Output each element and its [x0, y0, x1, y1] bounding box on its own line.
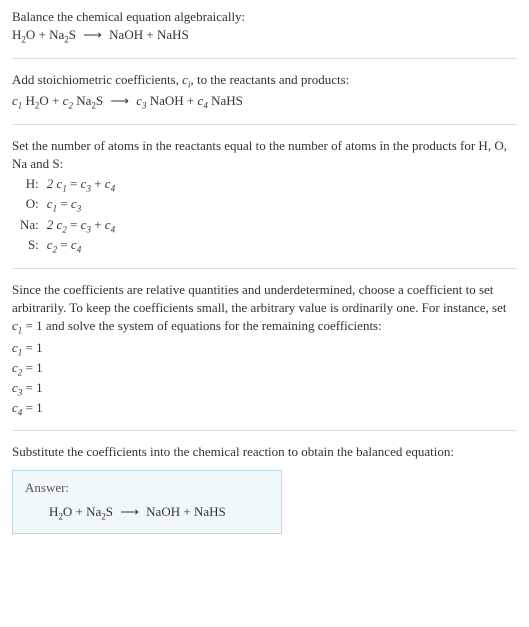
species-naoh: NaOH [150, 93, 184, 108]
atom-label: S: [20, 236, 47, 256]
equation-with-coeffs: c1 H2O + c2 Na2S ⟶ c3 NaOH + c4 NaHS [12, 92, 517, 112]
atom-label: H: [20, 175, 47, 195]
intro-line-1: Balance the chemical equation algebraica… [12, 8, 517, 26]
coeff-line: c4 = 1 [12, 399, 517, 419]
species-na2s: Na2S [49, 27, 76, 42]
reaction-arrow: ⟶ [110, 92, 129, 110]
atom-balance-intro: Set the number of atoms in the reactants… [12, 137, 517, 173]
coeff-line: c1 = 1 [12, 339, 517, 359]
equation-unbalanced: H2O + Na2S ⟶ NaOH + NaHS [12, 26, 517, 46]
section-answer: Substitute the coefficients into the che… [12, 443, 517, 534]
species-na2s: Na2S [76, 93, 103, 108]
answer-box: Answer: H2O + Na2S ⟶ NaOH + NaHS [12, 470, 282, 534]
coeff-line: c3 = 1 [12, 379, 517, 399]
atom-label: O: [20, 195, 47, 215]
species-h2o: H2O [12, 27, 35, 42]
table-row: S: c2 = c4 [20, 236, 121, 256]
atom-balance-table: H: 2 c1 = c3 + c4 O: c1 = c3 Na: 2 c2 = … [20, 175, 121, 256]
coefficient-values: c1 = 1 c2 = 1 c3 = 1 c4 = 1 [12, 339, 517, 418]
table-row: O: c1 = c3 [20, 195, 121, 215]
species-nahs: NaHS [157, 27, 189, 42]
answer-label: Answer: [25, 479, 269, 497]
section-coefficients: Add stoichiometric coefficients, ci, to … [12, 71, 517, 111]
species-h2o: H2O [26, 93, 49, 108]
coeff-intro: Add stoichiometric coefficients, ci, to … [12, 71, 517, 91]
divider [12, 58, 517, 59]
table-row: H: 2 c1 = c3 + c4 [20, 175, 121, 195]
solve-para: Since the coefficients are relative quan… [12, 281, 517, 338]
species-nahs: NaHS [194, 504, 226, 519]
divider [12, 268, 517, 269]
coeff-line: c2 = 1 [12, 359, 517, 379]
section-intro: Balance the chemical equation algebraica… [12, 8, 517, 46]
species-naoh: NaOH [109, 27, 143, 42]
balanced-equation: H2O + Na2S ⟶ NaOH + NaHS [25, 503, 269, 523]
species-naoh: NaOH [146, 504, 180, 519]
divider [12, 124, 517, 125]
divider [12, 430, 517, 431]
answer-intro: Substitute the coefficients into the che… [12, 443, 517, 461]
table-row: Na: 2 c2 = c3 + c4 [20, 216, 121, 236]
species-nahs: NaHS [211, 93, 243, 108]
atom-label: Na: [20, 216, 47, 236]
species-h2o: H2O [49, 504, 72, 519]
section-atom-balance: Set the number of atoms in the reactants… [12, 137, 517, 256]
reaction-arrow: ⟶ [120, 503, 139, 521]
intro-text: Balance the chemical equation algebraica… [12, 9, 245, 24]
species-na2s: Na2S [86, 504, 113, 519]
section-solve: Since the coefficients are relative quan… [12, 281, 517, 419]
reaction-arrow: ⟶ [83, 26, 102, 44]
